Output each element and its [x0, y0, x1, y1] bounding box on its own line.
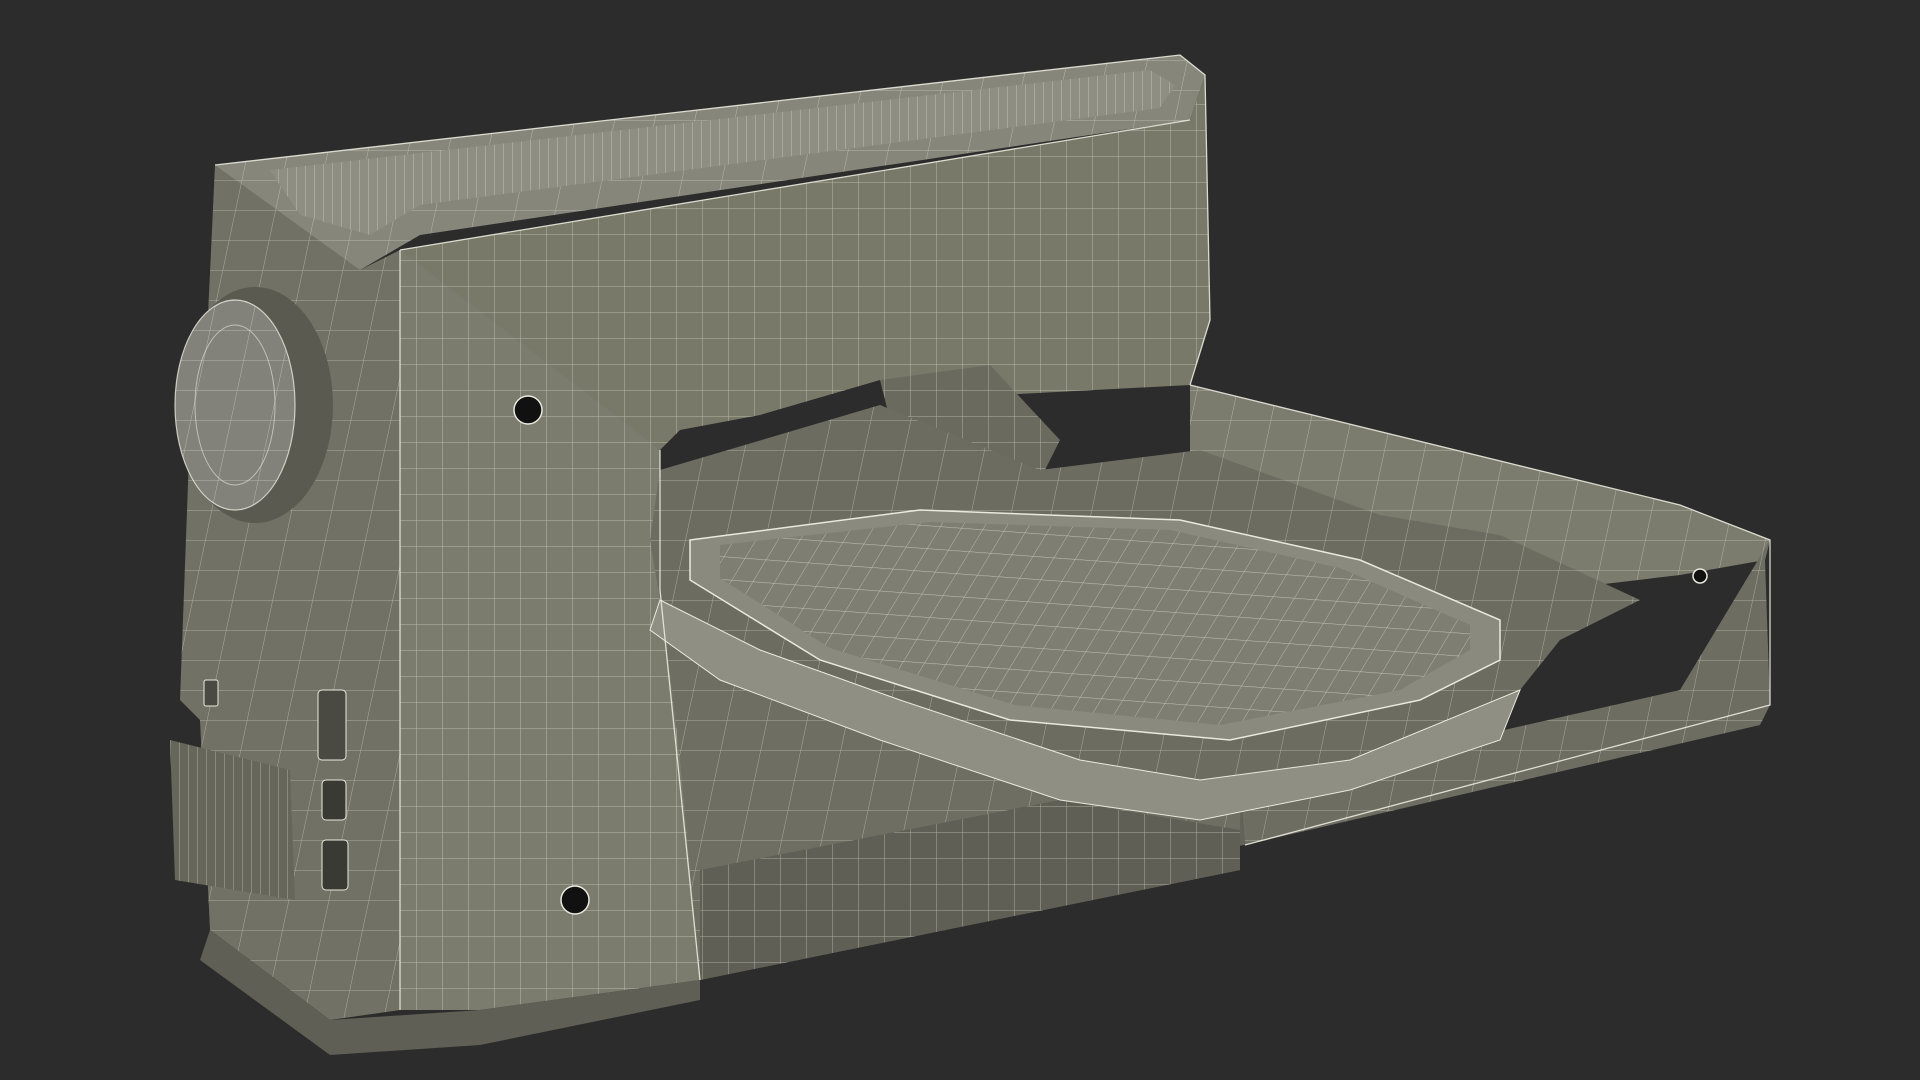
screw-hole — [560, 885, 590, 915]
wireframe-render — [170, 54, 1771, 1055]
handwheel — [174, 287, 333, 523]
render-viewport — [0, 0, 1920, 1080]
screw-hole — [513, 395, 543, 425]
base-screw-hole — [1692, 568, 1708, 584]
